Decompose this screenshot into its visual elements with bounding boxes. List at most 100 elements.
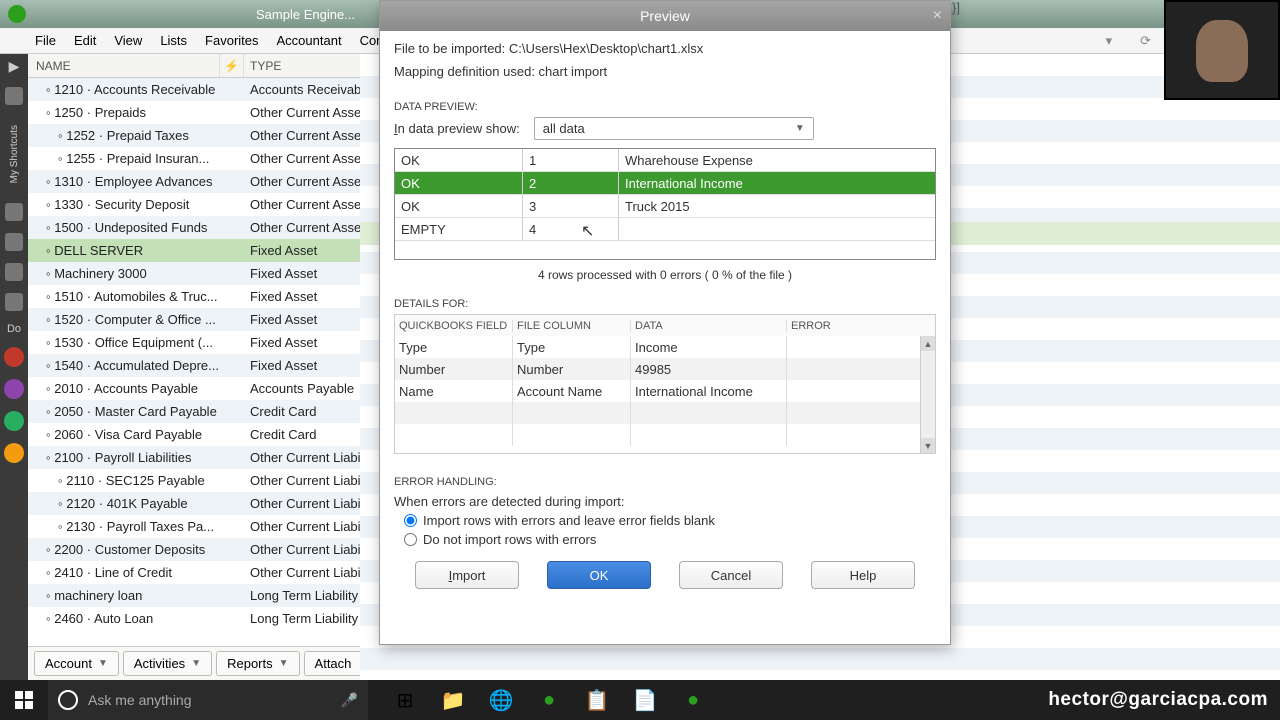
coa-row[interactable]: ◦ 2410 · Line of CreditOther Current Lia… — [28, 561, 360, 584]
coa-row[interactable]: ◦ 2460 · Auto LoanLong Term Liability — [28, 607, 360, 630]
quickbooks-icon[interactable]: ● — [526, 680, 572, 720]
task-view-icon[interactable]: ⊞ — [382, 680, 428, 720]
menu-favorites[interactable]: Favorites — [196, 33, 267, 48]
coa-footer: Account▼ Activities▼ Reports▼ Attach Inc… — [28, 646, 360, 680]
col-name[interactable]: NAME — [28, 54, 220, 77]
scroll-down-icon[interactable]: ▼ — [921, 438, 935, 453]
search-icon[interactable] — [5, 87, 23, 105]
left-rail: ▶ My Shortcuts Do — [0, 54, 28, 680]
data-preview-heading: DATA PREVIEW: — [394, 101, 936, 113]
help-button[interactable]: Help — [811, 561, 915, 589]
coa-row[interactable]: ◦ 1510 · Automobiles & Truc...Fixed Asse… — [28, 285, 360, 308]
coa-row[interactable]: ◦ 1252 · Prepaid TaxesOther Current Asse… — [28, 124, 360, 147]
red-circle-icon[interactable] — [4, 347, 24, 367]
coa-row[interactable]: ◦ 1330 · Security DepositOther Current A… — [28, 193, 360, 216]
coa-row[interactable]: ◦ 1500 · Undeposited FundsOther Current … — [28, 216, 360, 239]
coa-row[interactable]: ◦ 1250 · PrepaidsOther Current Asset — [28, 101, 360, 124]
qb-logo-icon — [8, 5, 26, 23]
start-button[interactable] — [0, 680, 48, 720]
preview-row[interactable]: OK1Wharehouse Expense — [395, 149, 935, 172]
coa-row[interactable]: ◦ 1540 · Accumulated Depre...Fixed Asset — [28, 354, 360, 377]
preview-row[interactable]: OK3Truck 2015 — [395, 195, 935, 218]
coa-row[interactable]: ◦ machinery loanLong Term Liability — [28, 584, 360, 607]
purple-circle-icon[interactable] — [4, 379, 24, 399]
col-type[interactable]: TYPE — [244, 54, 360, 77]
menu-file[interactable]: File — [26, 33, 65, 48]
preview-dialog: Preview × File to be imported: C:\Users\… — [379, 0, 951, 645]
cancel-button[interactable]: Cancel — [679, 561, 783, 589]
preview-table[interactable]: OK1Wharehouse ExpenseOK2International In… — [394, 148, 936, 260]
rail-label: My Shortcuts — [9, 125, 20, 183]
green-circle-icon[interactable] — [4, 411, 24, 431]
app-icon[interactable]: 📋 — [574, 680, 620, 720]
details-row[interactable]: NumberNumber49985 — [395, 358, 935, 380]
expand-icon[interactable]: ▶ — [9, 58, 20, 75]
dialog-titlebar[interactable]: Preview × — [380, 1, 950, 31]
window-title: Sample Engine... — [256, 7, 355, 22]
details-headers: QUICKBOOKS FIELD FILE COLUMN DATA ERROR — [394, 314, 936, 336]
scrollbar[interactable]: ▲ ▼ — [920, 336, 935, 453]
coa-row[interactable]: ◦ 2130 · Payroll Taxes Pa...Other Curren… — [28, 515, 360, 538]
coa-row[interactable]: ◦ 1520 · Computer & Office ...Fixed Asse… — [28, 308, 360, 331]
shortcut-icon[interactable] — [5, 233, 23, 251]
cortana-placeholder: Ask me anything — [88, 692, 192, 708]
coa-row[interactable]: ◦ 2200 · Customer DepositsOther Current … — [28, 538, 360, 561]
coa-row[interactable]: ◦ 1530 · Office Equipment (...Fixed Asse… — [28, 331, 360, 354]
activities-button[interactable]: Activities▼ — [123, 651, 212, 676]
chart-of-accounts-panel: NAME ⚡ TYPE ◦ 1210 · Accounts Receivable… — [28, 54, 360, 680]
preview-row[interactable]: EMPTY4 — [395, 218, 935, 241]
radio-skip-errors[interactable]: Do not import rows with errors — [404, 532, 936, 547]
notepad-icon[interactable]: 📄 — [622, 680, 668, 720]
account-button[interactable]: Account▼ — [34, 651, 119, 676]
attach-button[interactable]: Attach — [304, 651, 363, 676]
coa-row[interactable]: ◦ DELL SERVERFixed Asset — [28, 239, 360, 262]
col-attach-icon[interactable]: ⚡ — [220, 54, 244, 77]
menu-view[interactable]: View — [105, 33, 151, 48]
rows-summary: 4 rows processed with 0 errors ( 0 % of … — [394, 268, 936, 282]
coa-list[interactable]: ◦ 1210 · Accounts ReceivableAccounts Rec… — [28, 78, 360, 646]
coa-row[interactable]: ◦ 2110 · SEC125 PayableOther Current Lia… — [28, 469, 360, 492]
details-heading: DETAILS FOR: — [394, 298, 936, 310]
coa-row[interactable]: ◦ 2060 · Visa Card PayableCredit Card — [28, 423, 360, 446]
mic-icon[interactable]: 🎤 — [341, 692, 358, 709]
coa-row[interactable]: ◦ 2100 · Payroll LiabilitiesOther Curren… — [28, 446, 360, 469]
title-fragment: }] — [952, 0, 960, 15]
dropdown-icon[interactable]: ▾ — [1097, 33, 1122, 49]
coa-row[interactable]: ◦ 2120 · 401K PayableOther Current Liabi… — [28, 492, 360, 515]
explorer-icon[interactable]: 📁 — [430, 680, 476, 720]
coa-row[interactable]: ◦ 2050 · Master Card PayableCredit Card — [28, 400, 360, 423]
close-icon[interactable]: × — [933, 7, 942, 25]
refresh-icon[interactable]: ⟳ — [1131, 33, 1160, 49]
ok-button[interactable]: OK — [547, 561, 651, 589]
scroll-up-icon[interactable]: ▲ — [921, 336, 935, 351]
cortana-icon — [58, 690, 78, 710]
menu-lists[interactable]: Lists — [151, 33, 196, 48]
import-button[interactable]: Import — [415, 561, 519, 589]
email-watermark: hector@garciacpa.com — [1048, 689, 1268, 711]
quickbooks-icon-2[interactable]: ● — [670, 680, 716, 720]
shortcut-icon[interactable] — [5, 293, 23, 311]
coa-column-headers: NAME ⚡ TYPE — [28, 54, 360, 78]
details-row[interactable]: NameAccount NameInternational Income — [395, 380, 935, 402]
menu-edit[interactable]: Edit — [65, 33, 105, 48]
shortcut-icon[interactable] — [5, 203, 23, 221]
details-table[interactable]: TypeTypeIncomeNumberNumber49985NameAccou… — [394, 336, 936, 454]
coa-row[interactable]: ◦ 1210 · Accounts ReceivableAccounts Rec… — [28, 78, 360, 101]
orange-circle-icon[interactable] — [4, 443, 24, 463]
coa-row[interactable]: ◦ 1255 · Prepaid Insuran...Other Current… — [28, 147, 360, 170]
reports-button[interactable]: Reports▼ — [216, 651, 299, 676]
preview-row[interactable]: OK2International Income — [395, 172, 935, 195]
chrome-icon[interactable]: 🌐 — [478, 680, 524, 720]
show-dropdown[interactable]: all data▼ — [534, 117, 814, 140]
coa-row[interactable]: ◦ Machinery 3000Fixed Asset — [28, 262, 360, 285]
menu-accountant[interactable]: Accountant — [268, 33, 351, 48]
coa-row[interactable]: ◦ 1310 · Employee AdvancesOther Current … — [28, 170, 360, 193]
shortcut-icon[interactable] — [5, 263, 23, 281]
windows-icon — [15, 691, 33, 709]
cortana-search[interactable]: Ask me anything 🎤 — [48, 680, 368, 720]
coa-row[interactable]: ◦ 2010 · Accounts PayableAccounts Payabl… — [28, 377, 360, 400]
taskbar: Ask me anything 🎤 ⊞ 📁 🌐 ● 📋 📄 ● hector@g… — [0, 680, 1280, 720]
radio-import-blank[interactable]: Import rows with errors and leave error … — [404, 513, 936, 528]
webcam-overlay — [1164, 0, 1280, 100]
details-row[interactable]: TypeTypeIncome — [395, 336, 935, 358]
